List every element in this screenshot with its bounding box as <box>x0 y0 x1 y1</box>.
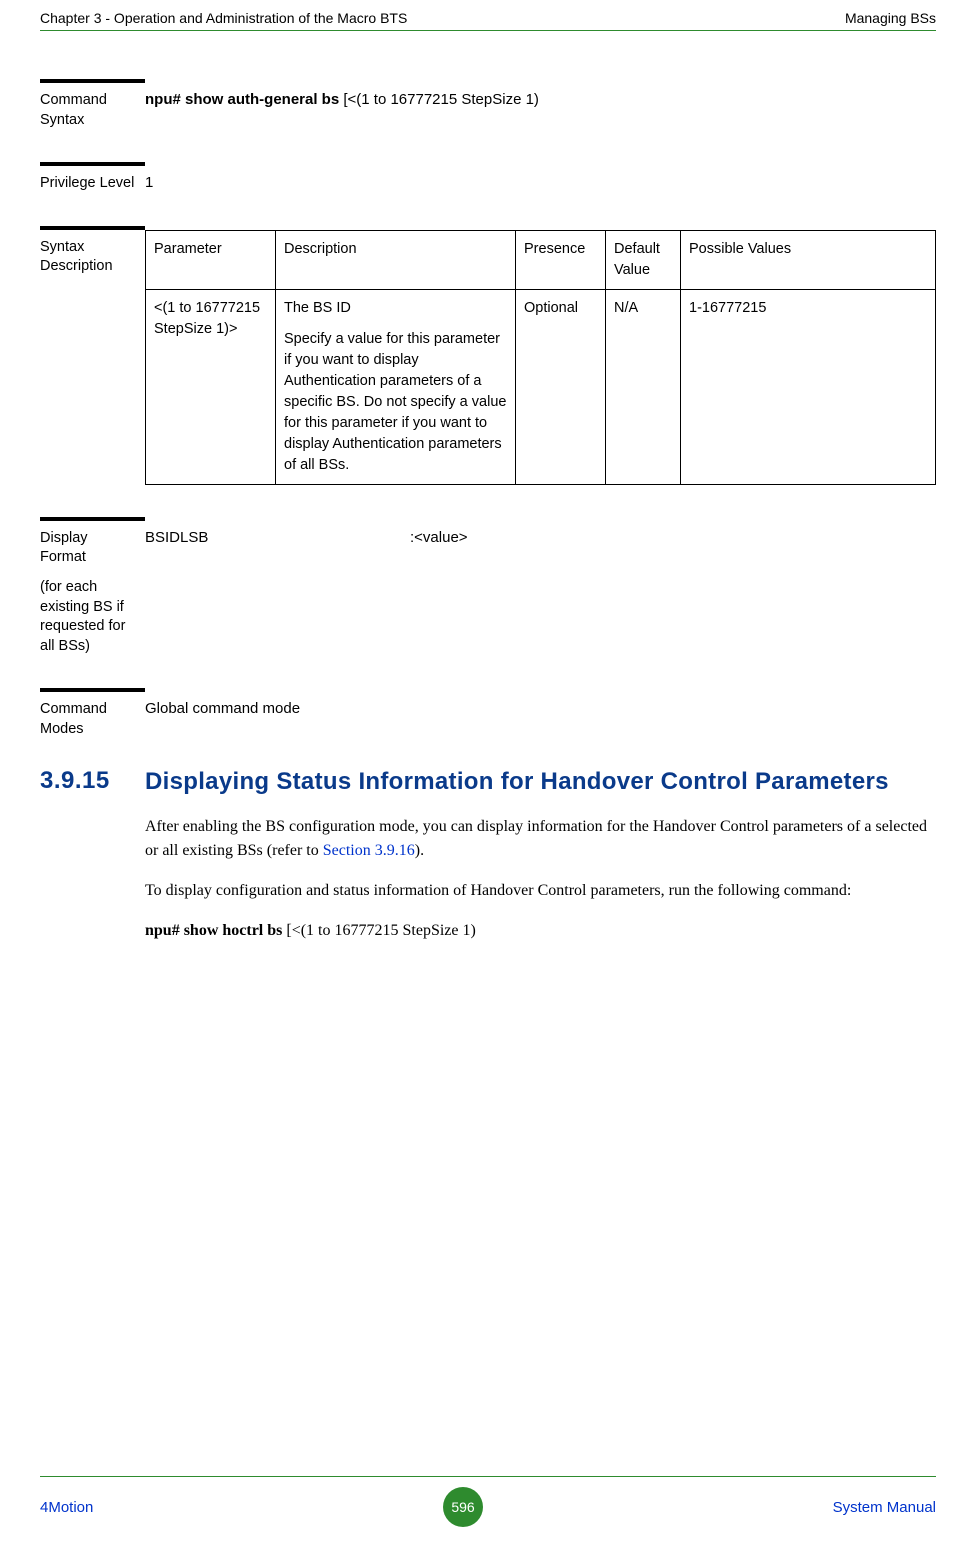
header-default-value: Default Value <box>606 230 681 289</box>
header-presence: Presence <box>516 230 606 289</box>
para1-text-a: After enabling the BS configuration mode… <box>145 818 927 859</box>
display-format-label: Display Format <box>40 529 135 568</box>
section-paragraph-2: To display configuration and status info… <box>145 879 936 903</box>
display-format-row: BSIDLSB :<value> <box>145 529 468 546</box>
header-rule <box>40 30 936 31</box>
privilege-level-label: Privilege Level <box>40 162 145 194</box>
cell-parameter: <(1 to 16777215 StepSize 1)> <box>146 289 276 484</box>
cell-description-line1: The BS ID <box>284 298 507 319</box>
display-format-sublabel: (for each existing BS if requested for a… <box>40 578 135 656</box>
page-header: Chapter 3 - Operation and Administration… <box>40 10 936 30</box>
cell-possible: 1-16777215 <box>681 289 936 484</box>
table-row: <(1 to 16777215 StepSize 1)> The BS ID S… <box>146 289 936 484</box>
header-left: Chapter 3 - Operation and Administration… <box>40 10 407 26</box>
page-number-badge: 596 <box>443 1487 483 1527</box>
section-3-9-15: 3.9.15 Displaying Status Information for… <box>40 767 936 959</box>
header-parameter: Parameter <box>146 230 276 289</box>
table-header-row: Parameter Description Presence Default V… <box>146 230 936 289</box>
command-syntax-block: Command Syntax npu# show auth-general bs… <box>40 79 936 130</box>
footer-rule <box>40 1476 936 1477</box>
para1-text-b: ). <box>415 842 424 859</box>
section-command: npu# show hoctrl bs [<(1 to 16777215 Ste… <box>145 919 936 943</box>
header-right: Managing BSs <box>845 10 936 26</box>
command-syntax-command-bold: npu# show auth-general bs <box>145 91 339 108</box>
syntax-description-block: Syntax Description Parameter Description… <box>40 226 936 485</box>
privilege-level-value: 1 <box>145 162 936 194</box>
display-format-field: BSIDLSB <box>145 529 410 546</box>
header-description: Description <box>276 230 516 289</box>
section-command-rest: [<(1 to 16777215 StepSize 1) <box>282 922 475 939</box>
section-link[interactable]: Section 3.9.16 <box>323 842 415 859</box>
syntax-description-label: Syntax Description <box>40 226 145 485</box>
syntax-description-table: Parameter Description Presence Default V… <box>145 230 936 485</box>
command-modes-block: Command Modes Global command mode <box>40 688 936 739</box>
page-footer: 4Motion 596 System Manual <box>40 1476 936 1527</box>
display-format-block: Display Format (for each existing BS if … <box>40 517 936 656</box>
section-number: 3.9.15 <box>40 767 145 795</box>
privilege-level-block: Privilege Level 1 <box>40 162 936 194</box>
cell-default: N/A <box>606 289 681 484</box>
command-syntax-label: Command Syntax <box>40 79 145 130</box>
command-syntax-body: npu# show auth-general bs [<(1 to 167772… <box>145 79 936 130</box>
command-modes-value: Global command mode <box>145 688 936 739</box>
header-possible-values: Possible Values <box>681 230 936 289</box>
section-command-bold: npu# show hoctrl bs <box>145 922 282 939</box>
command-syntax-command-rest: [<(1 to 16777215 StepSize 1) <box>339 91 539 108</box>
section-paragraph-1: After enabling the BS configuration mode… <box>145 815 936 863</box>
footer-left: 4Motion <box>40 1499 93 1516</box>
command-modes-label: Command Modes <box>40 688 145 739</box>
cell-description: The BS ID Specify a value for this param… <box>276 289 516 484</box>
section-title: Displaying Status Information for Handov… <box>145 767 936 797</box>
display-format-value: :<value> <box>410 529 468 546</box>
footer-right: System Manual <box>833 1499 936 1516</box>
cell-presence: Optional <box>516 289 606 484</box>
cell-description-line2: Specify a value for this parameter if yo… <box>284 329 507 476</box>
